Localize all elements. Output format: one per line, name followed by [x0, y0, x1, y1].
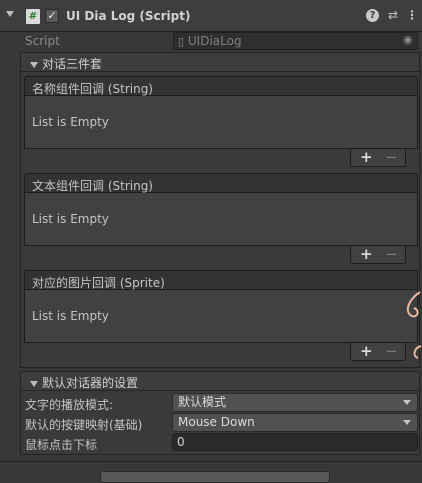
click-index-input[interactable]: 0 — [172, 433, 418, 451]
key-mapping-dropdown[interactable]: Mouse Down — [172, 413, 418, 432]
settings-group-foldout[interactable]: 默认对话器的设置 — [20, 371, 420, 391]
script-file-icon: ▯ — [178, 35, 185, 48]
key-mapping-label: 默认的按键映射(基础) — [25, 418, 143, 432]
playback-mode-dropdown[interactable]: 默认模式 — [172, 393, 418, 412]
name-callback-list-header: 名称组件回调 (String) — [24, 76, 418, 96]
text-callback-list-footer: + − — [350, 245, 406, 264]
sprite-callback-list-title: 对应的图片回调 (Sprite) — [32, 276, 165, 290]
dialog-group-label: 对话三件套 — [42, 57, 103, 71]
add-element-button[interactable]: + — [360, 342, 373, 360]
name-callback-list-body: List is Empty — [24, 96, 418, 149]
text-callback-list-body: List is Empty — [24, 193, 418, 246]
help-icon[interactable]: ? — [366, 9, 379, 22]
remove-element-button[interactable]: − — [385, 148, 398, 166]
foldout-arrow-icon[interactable] — [6, 11, 14, 17]
remove-element-button[interactable]: − — [385, 342, 398, 360]
chevron-down-icon — [403, 420, 411, 425]
bottom-separator — [0, 461, 422, 462]
settings-group-label: 默认对话器的设置 — [42, 376, 139, 390]
name-callback-list-footer: + − — [350, 148, 406, 167]
list-empty-text: List is Empty — [32, 212, 109, 226]
dialog-group-foldout[interactable]: 对话三件套 — [20, 52, 420, 72]
script-value: UIDiaLog — [187, 34, 242, 48]
remove-element-button[interactable]: − — [385, 245, 398, 263]
list-empty-text: List is Empty — [32, 309, 109, 323]
add-element-button[interactable]: + — [360, 245, 373, 263]
component-title: UI Dia Log (Script) — [66, 9, 191, 23]
key-mapping-value: Mouse Down — [178, 415, 255, 429]
chevron-down-icon — [403, 400, 411, 405]
sprite-callback-list-footer: + − — [350, 342, 406, 361]
component-header: # ✓ UI Dia Log (Script) ? ⇄ ⋮ — [0, 0, 422, 32]
text-callback-list-title: 文本组件回调 (String) — [32, 179, 153, 193]
script-field[interactable]: ▯ UIDiaLog — [173, 32, 418, 50]
list-empty-text: List is Empty — [32, 115, 109, 129]
foldout-arrow-icon — [30, 61, 38, 68]
add-element-button[interactable]: + — [360, 148, 373, 166]
foldout-arrow-icon — [30, 380, 38, 387]
preset-icon[interactable]: ⇄ — [386, 8, 400, 22]
playback-mode-label: 文字的播放模式: — [25, 398, 114, 412]
sprite-callback-list-body: List is Empty — [24, 290, 418, 343]
sprite-callback-list-header: 对应的图片回调 (Sprite) — [24, 270, 418, 290]
name-callback-list-title: 名称组件回调 (String) — [32, 82, 153, 96]
script-label: Script — [25, 34, 60, 48]
text-callback-list-header: 文本组件回调 (String) — [24, 173, 418, 193]
more-options-icon[interactable]: ⋮ — [405, 8, 419, 22]
object-picker-icon[interactable]: ◉ — [403, 33, 413, 46]
click-index-label: 鼠标点击下标 — [25, 438, 98, 452]
playback-mode-value: 默认模式 — [178, 395, 227, 409]
decorative-swirl-icon — [406, 291, 422, 359]
script-icon: # — [26, 9, 40, 24]
enabled-checkbox[interactable]: ✓ — [45, 9, 59, 23]
add-component-button[interactable] — [100, 471, 330, 483]
